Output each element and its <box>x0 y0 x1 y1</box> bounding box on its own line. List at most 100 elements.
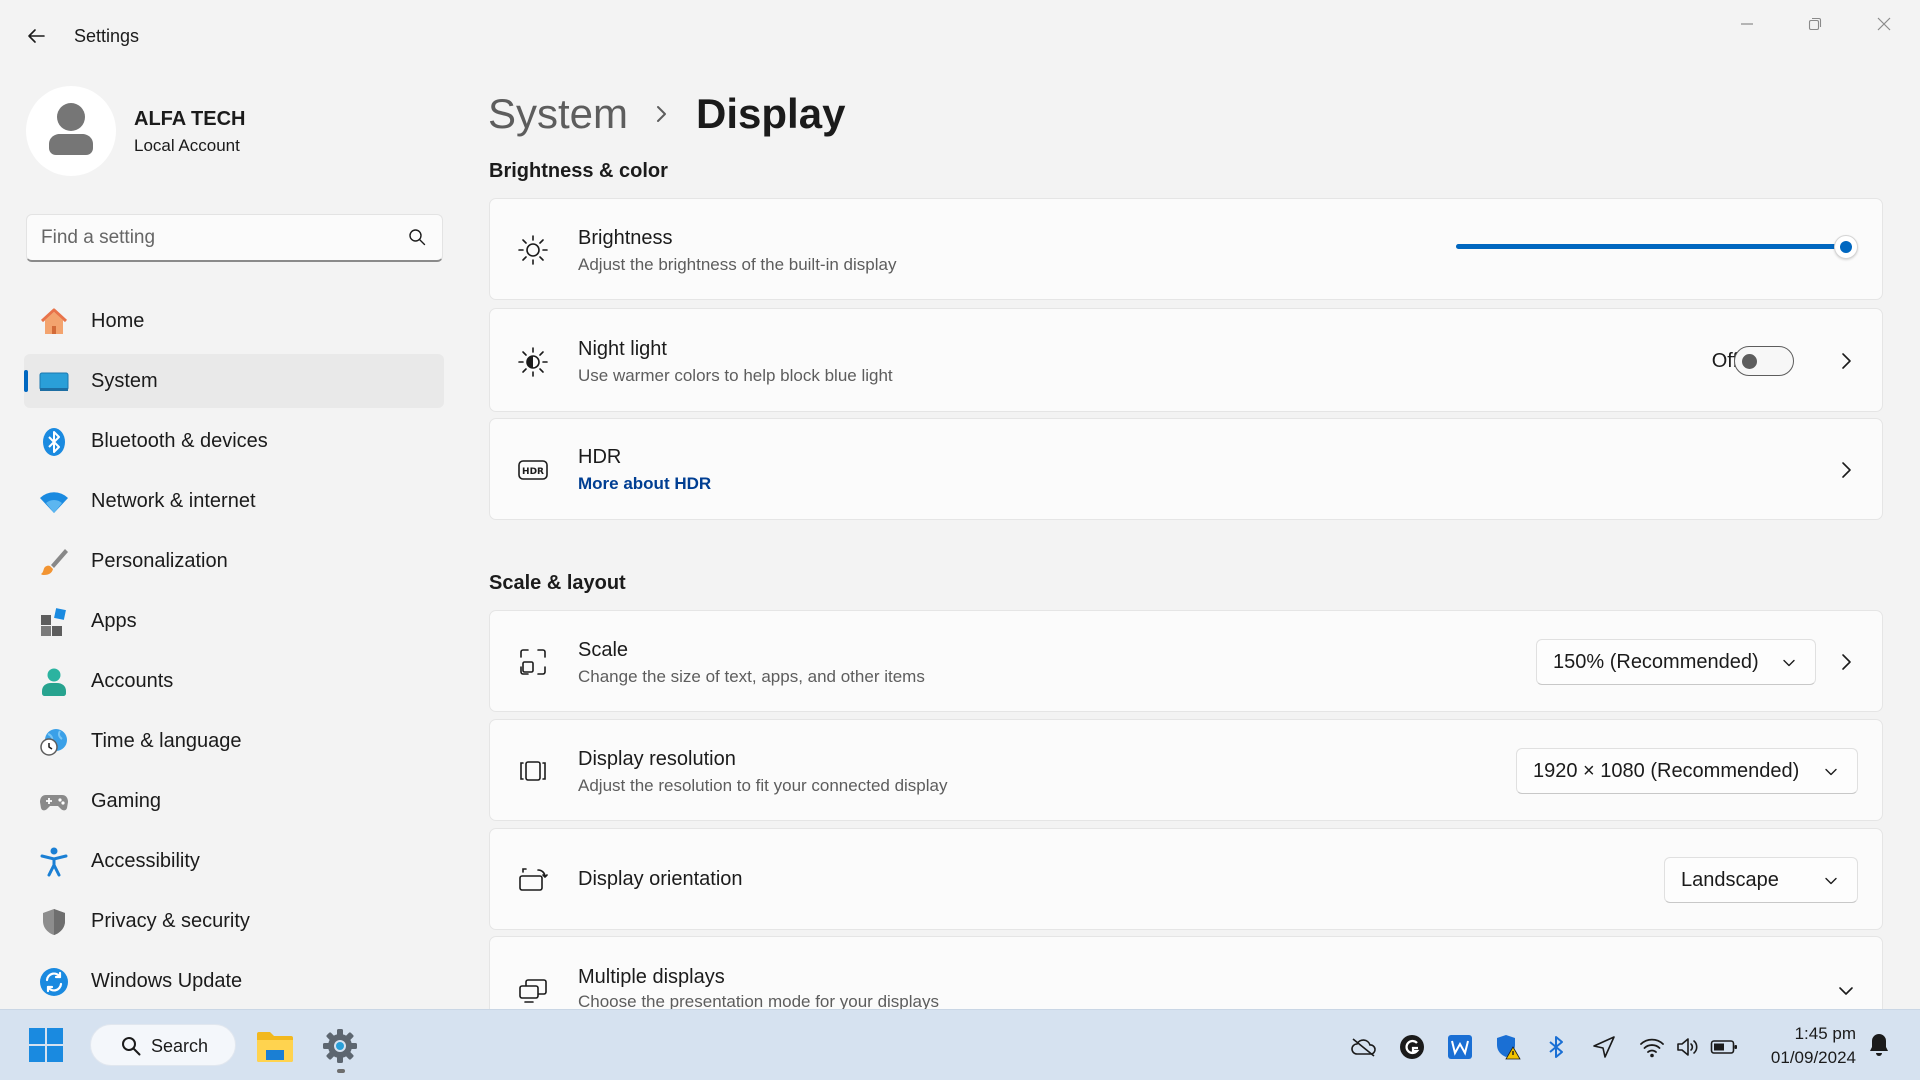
night-light-card[interactable]: Night light Use warmer colors to help bl… <box>489 308 1883 412</box>
sidebar-item-label: Time & language <box>91 730 242 752</box>
night-light-subtitle: Use warmer colors to help block blue lig… <box>578 366 893 385</box>
sidebar-nav: Home System Bluetooth & devices Network … <box>24 294 444 1014</box>
brightness-slider[interactable] <box>1456 235 1858 259</box>
battery-icon[interactable] <box>1710 1033 1738 1061</box>
brush-icon <box>38 546 70 578</box>
sidebar-item-label: Privacy & security <box>91 910 250 932</box>
sidebar-item-home[interactable]: Home <box>24 294 444 348</box>
home-icon <box>38 306 70 338</box>
search-icon <box>121 1036 141 1056</box>
notifications-bell-icon[interactable] <box>1868 1032 1890 1058</box>
night-light-title: Night light <box>578 338 667 360</box>
user-profile[interactable]: ALFA TECH Local Account <box>26 86 446 178</box>
chevron-right-icon[interactable] <box>1836 351 1856 371</box>
display-resolution-title: Display resolution <box>578 748 736 770</box>
scale-title: Scale <box>578 639 629 661</box>
folder-icon <box>257 1032 293 1062</box>
sidebar-item-personalization[interactable]: Personalization <box>24 534 444 588</box>
resolution-selected-value: 1920 × 1080 (Recommended) <box>1533 759 1800 782</box>
chevron-right-icon[interactable] <box>1836 652 1856 672</box>
hdr-icon: HDR <box>516 453 550 487</box>
chevron-down-icon[interactable] <box>1836 981 1856 1001</box>
slider-thumb[interactable] <box>1834 235 1858 259</box>
sidebar-item-accounts[interactable]: Accounts <box>24 654 444 708</box>
sidebar-item-accessibility[interactable]: Accessibility <box>24 834 444 888</box>
windows-security-warning-icon[interactable] <box>1494 1033 1522 1061</box>
globe-clock-icon <box>38 726 70 758</box>
breadcrumb: System Display <box>488 86 845 142</box>
wifi-tray-icon[interactable] <box>1638 1033 1666 1061</box>
search-icon[interactable] <box>408 228 426 246</box>
person-icon <box>49 103 93 155</box>
section-title-brightness-color: Brightness & color <box>489 160 668 182</box>
brightness-subtitle: Adjust the brightness of the built-in di… <box>578 255 897 274</box>
file-explorer-button[interactable] <box>253 1024 297 1068</box>
breadcrumb-chevron-icon <box>654 103 670 125</box>
breadcrumb-parent[interactable]: System <box>488 90 628 138</box>
sidebar-item-system[interactable]: System <box>24 354 444 408</box>
search-input[interactable] <box>41 215 401 261</box>
back-button[interactable] <box>20 20 52 52</box>
close-button[interactable] <box>1856 8 1912 40</box>
orientation-selected-value: Landscape <box>1681 868 1779 891</box>
sidebar-item-label: Network & internet <box>91 490 256 512</box>
brightness-title: Brightness <box>578 227 673 249</box>
title-bar: Settings <box>0 0 1920 72</box>
system-clock[interactable]: 1:45 pm 01/09/2024 <box>1771 1022 1856 1070</box>
section-title-scale-layout: Scale & layout <box>489 572 626 594</box>
find-setting-search[interactable] <box>26 214 443 262</box>
sidebar-item-network[interactable]: Network & internet <box>24 474 444 528</box>
start-button[interactable] <box>28 1027 64 1063</box>
restore-icon <box>1808 17 1822 31</box>
bluetooth-icon <box>38 426 70 458</box>
minimize-button[interactable] <box>1719 8 1775 40</box>
orientation-dropdown[interactable]: Landscape <box>1664 857 1858 903</box>
settings-taskbar-button[interactable] <box>318 1024 362 1068</box>
night-light-toggle[interactable] <box>1734 346 1794 376</box>
chevron-right-icon[interactable] <box>1836 460 1856 480</box>
chevron-down-icon <box>1823 873 1839 889</box>
sidebar-item-label: Apps <box>91 610 137 632</box>
sidebar-item-label: Gaming <box>91 790 162 812</box>
scale-icon <box>516 645 550 679</box>
more-about-hdr-link[interactable]: More about HDR <box>578 474 711 494</box>
sidebar-item-windows-update[interactable]: Windows Update <box>24 954 444 1008</box>
clock-time: 1:45 pm <box>1794 1024 1856 1043</box>
scale-subtitle: Change the size of text, apps, and other… <box>578 667 925 686</box>
gamepad-icon <box>38 786 70 818</box>
account-type: Local Account <box>134 136 240 155</box>
sidebar-item-privacy-security[interactable]: Privacy & security <box>24 894 444 948</box>
bluetooth-tray-icon[interactable] <box>1542 1033 1570 1061</box>
onedrive-offline-icon[interactable] <box>1350 1033 1378 1061</box>
svg-text:HDR: HDR <box>522 467 544 477</box>
sidebar-item-label: Home <box>91 310 145 332</box>
close-icon <box>1877 17 1891 31</box>
scale-dropdown[interactable]: 150% (Recommended) <box>1536 639 1816 685</box>
minimize-icon <box>1741 23 1753 25</box>
app-title: Settings <box>74 26 140 46</box>
sidebar-item-gaming[interactable]: Gaming <box>24 774 444 828</box>
sidebar-item-time-language[interactable]: Time & language <box>24 714 444 768</box>
toggle-knob <box>1742 354 1757 369</box>
volume-icon[interactable] <box>1674 1033 1702 1061</box>
hdr-card[interactable]: HDR HDR More about HDR <box>489 418 1883 520</box>
accessibility-icon <box>38 846 70 878</box>
w-app-icon[interactable] <box>1446 1033 1474 1061</box>
apps-icon <box>38 606 70 638</box>
multiple-displays-icon <box>516 974 550 1008</box>
grammarly-icon[interactable] <box>1398 1033 1426 1061</box>
update-icon <box>38 966 70 998</box>
sidebar-item-apps[interactable]: Apps <box>24 594 444 648</box>
display-resolution-card: Display resolution Adjust the resolution… <box>489 719 1883 821</box>
sidebar-item-label: Personalization <box>91 550 228 572</box>
orientation-icon <box>516 863 550 897</box>
shield-icon <box>38 906 70 938</box>
resolution-dropdown[interactable]: 1920 × 1080 (Recommended) <box>1516 748 1858 794</box>
taskbar-search[interactable]: Search <box>90 1024 236 1066</box>
scale-selected-value: 150% (Recommended) <box>1553 650 1759 673</box>
restore-button[interactable] <box>1787 8 1843 40</box>
location-icon[interactable] <box>1590 1033 1618 1061</box>
chevron-down-icon <box>1781 655 1797 671</box>
sidebar-item-bluetooth[interactable]: Bluetooth & devices <box>24 414 444 468</box>
scale-card[interactable]: Scale Change the size of text, apps, and… <box>489 610 1883 712</box>
